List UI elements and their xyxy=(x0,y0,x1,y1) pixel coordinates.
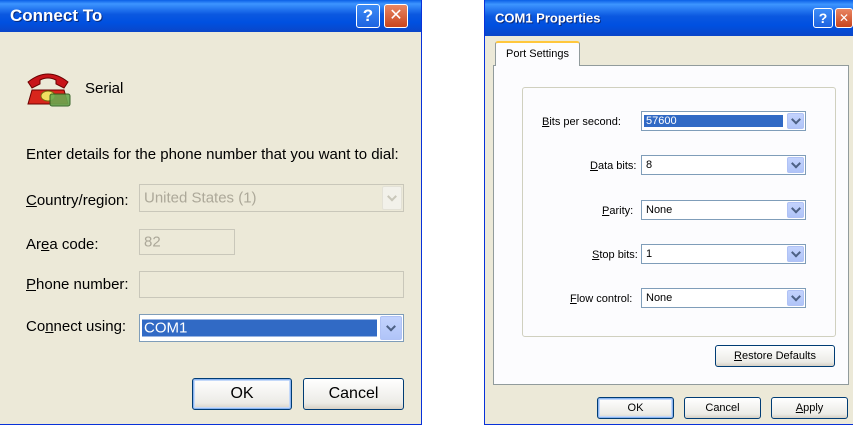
flow-control-value: None xyxy=(646,292,673,304)
chevron-down-icon[interactable] xyxy=(787,157,804,173)
apply-button[interactable]: Apply xyxy=(771,397,848,419)
tab-page: Bits per second: 57600 Data bits: 8 Pari… xyxy=(493,65,849,385)
data-bits-label: Data bits: xyxy=(590,160,637,172)
chevron-down-icon[interactable] xyxy=(380,316,402,340)
chevron-down-icon[interactable] xyxy=(787,202,804,218)
flow-control-select[interactable]: None xyxy=(641,288,806,308)
tab-label: Port Settings xyxy=(506,48,569,60)
connect-using-label: Connect using: xyxy=(26,318,127,335)
stop-bits-select[interactable]: 1 xyxy=(641,244,806,264)
chevron-down-icon[interactable] xyxy=(787,290,804,306)
data-bits-value: 8 xyxy=(646,159,653,171)
restore-defaults-button[interactable]: Restore Defaults xyxy=(715,345,835,367)
cancel-button[interactable]: Cancel xyxy=(303,378,404,410)
window-title: COM1 Properties xyxy=(495,10,601,26)
area-code-field[interactable]: 82 xyxy=(139,229,235,255)
bits-per-second-value: 57600 xyxy=(644,115,783,127)
bits-per-second-label: Bits per second: xyxy=(542,116,621,128)
flow-control-label: Flow control: xyxy=(570,293,633,305)
help-button[interactable]: ? xyxy=(356,4,380,28)
ok-button[interactable]: OK xyxy=(192,378,292,410)
connect-using-select[interactable]: COM1 xyxy=(139,314,404,342)
data-bits-select[interactable]: 8 xyxy=(641,155,806,175)
chevron-down-icon[interactable] xyxy=(382,186,402,210)
close-button[interactable]: ✕ xyxy=(835,8,853,28)
parity-label: Parity: xyxy=(602,205,634,217)
telephone-icon xyxy=(27,73,71,107)
bits-per-second-select[interactable]: 57600 xyxy=(641,111,806,131)
chevron-down-icon[interactable] xyxy=(787,246,804,262)
country-region-label: Country/region: xyxy=(26,192,129,209)
country-region-value: United States (1) xyxy=(144,189,257,207)
phone-number-label: Phone number: xyxy=(26,276,129,293)
com1-properties-dialog: COM1 Properties ? ✕ Port Settings Bits p… xyxy=(484,0,853,425)
window-title: Connect To xyxy=(10,6,103,25)
parity-value: None xyxy=(646,204,673,216)
connect-to-dialog: Connect To ? ✕ Serial Enter details for … xyxy=(0,0,422,425)
chevron-down-icon[interactable] xyxy=(787,113,804,129)
connect-to-titlebar[interactable]: Connect To ? ✕ xyxy=(0,0,421,32)
country-region-select[interactable]: United States (1) xyxy=(139,184,404,212)
connect-using-value: COM1 xyxy=(142,319,377,337)
ok-button[interactable]: OK xyxy=(597,397,674,419)
phone-number-field[interactable] xyxy=(139,271,404,298)
stop-bits-value: 1 xyxy=(646,248,653,260)
area-code-label: Area code: xyxy=(26,236,99,253)
tab-port-settings[interactable]: Port Settings xyxy=(495,41,580,66)
dial-prompt: Enter details for the phone number that … xyxy=(26,146,399,163)
area-code-value: 82 xyxy=(144,233,161,251)
connection-name: Serial xyxy=(85,80,124,97)
stop-bits-label: Stop bits: xyxy=(592,249,638,261)
com1-titlebar[interactable]: COM1 Properties ? ✕ xyxy=(485,0,853,36)
help-button[interactable]: ? xyxy=(813,8,833,28)
close-button[interactable]: ✕ xyxy=(384,4,408,28)
parity-select[interactable]: None xyxy=(641,200,806,220)
cancel-button[interactable]: Cancel xyxy=(684,397,761,419)
